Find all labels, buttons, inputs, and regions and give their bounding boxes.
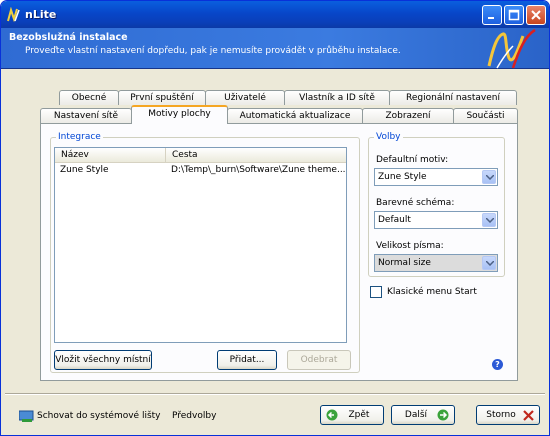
cross-icon xyxy=(523,410,534,421)
default-theme-select[interactable]: Zune Style xyxy=(374,168,498,186)
tab-vlastnik-id-site[interactable]: Vlastník a ID sítě xyxy=(284,90,390,105)
nlite-logo-icon xyxy=(7,7,20,23)
list-item-name[interactable]: Zune Style xyxy=(60,165,160,175)
back-label: Zpět xyxy=(348,410,370,420)
nlite-banner-logo-icon xyxy=(487,28,536,69)
next-button[interactable]: Další xyxy=(391,405,455,425)
page-subtitle: Proveďte vlastní nastavení dopředu, pak … xyxy=(25,46,401,56)
close-icon xyxy=(531,10,541,20)
volby-legend: Volby xyxy=(376,132,401,142)
minimize-button[interactable] xyxy=(482,5,502,25)
back-button[interactable]: Zpět xyxy=(320,405,384,425)
arrow-right-icon xyxy=(437,409,449,421)
default-theme-value: Zune Style xyxy=(378,172,427,182)
color-scheme-label: Barevné schéma: xyxy=(376,198,455,208)
tab-soucasti[interactable]: Součásti xyxy=(453,108,518,123)
hide-to-tray-link[interactable]: Schovat do systémové lišty xyxy=(37,411,161,421)
next-label: Další xyxy=(404,410,428,420)
classic-start-menu-checkbox[interactable] xyxy=(370,286,382,298)
font-size-select[interactable]: Normal size xyxy=(374,254,498,272)
minimize-icon xyxy=(488,17,494,19)
footer-separator xyxy=(5,393,545,395)
dropdown-arrow-icon[interactable] xyxy=(482,170,496,184)
column-header-nazev[interactable]: Název xyxy=(55,148,165,163)
font-size-label: Velikost písma: xyxy=(376,241,444,251)
tab-zobrazeni[interactable]: Zobrazení xyxy=(362,108,454,123)
tab-uzivatele[interactable]: Uživatelé xyxy=(205,90,285,105)
arrow-left-icon xyxy=(326,409,338,421)
window-title: nLite xyxy=(25,8,57,21)
cancel-label: Storno xyxy=(486,410,516,420)
add-button[interactable]: Přidat... xyxy=(217,350,277,370)
tab-prvni-spusteni[interactable]: První spuštění xyxy=(118,90,206,105)
color-scheme-select[interactable]: Default xyxy=(374,211,498,229)
dropdown-arrow-icon[interactable] xyxy=(482,256,496,270)
tray-icon xyxy=(19,410,34,422)
maximize-icon xyxy=(508,9,520,21)
preferences-link[interactable]: Předvolby xyxy=(172,411,216,421)
maximize-button[interactable] xyxy=(504,5,524,25)
column-header-cesta[interactable]: Cesta xyxy=(165,148,346,163)
nlite-window: nLite Bezobslužná instalace Proveďte vla… xyxy=(0,0,550,436)
load-all-local-button[interactable]: Vložit všechny místní xyxy=(54,350,152,370)
themes-list[interactable]: Název Cesta Zune Style D:\Temp\_burn\Sof… xyxy=(54,147,347,343)
list-item-path[interactable]: D:\Temp\_burn\Software\Zune theme... xyxy=(171,165,345,175)
page-header: Bezobslužná instalace Proveďte vlastní n… xyxy=(1,28,549,69)
page-title: Bezobslužná instalace xyxy=(9,32,128,43)
dropdown-arrow-icon[interactable] xyxy=(482,213,496,227)
tab-obecne[interactable]: Obecné xyxy=(59,90,119,105)
tab-nastaveni-site[interactable]: Nastavení sítě xyxy=(40,108,132,123)
default-theme-label: Defaultní motiv: xyxy=(376,155,449,165)
tab-regionalni-nastaveni[interactable]: Regionální nastavení xyxy=(389,90,517,105)
color-scheme-value: Default xyxy=(378,215,411,225)
tab-motivy-plochy[interactable]: Motivy plochy xyxy=(131,105,228,124)
integrace-legend: Integrace xyxy=(58,132,101,142)
tab-automaticka-aktualizace[interactable]: Automatická aktualizace xyxy=(227,108,363,123)
font-size-value: Normal size xyxy=(378,258,431,268)
classic-start-menu-label[interactable]: Klasické menu Start xyxy=(387,287,477,297)
help-icon[interactable]: ? xyxy=(492,359,503,370)
title-bar[interactable]: nLite xyxy=(1,1,549,28)
close-button[interactable] xyxy=(526,5,546,25)
remove-button[interactable]: Odebrat xyxy=(287,350,351,370)
cancel-button[interactable]: Storno xyxy=(476,405,540,425)
